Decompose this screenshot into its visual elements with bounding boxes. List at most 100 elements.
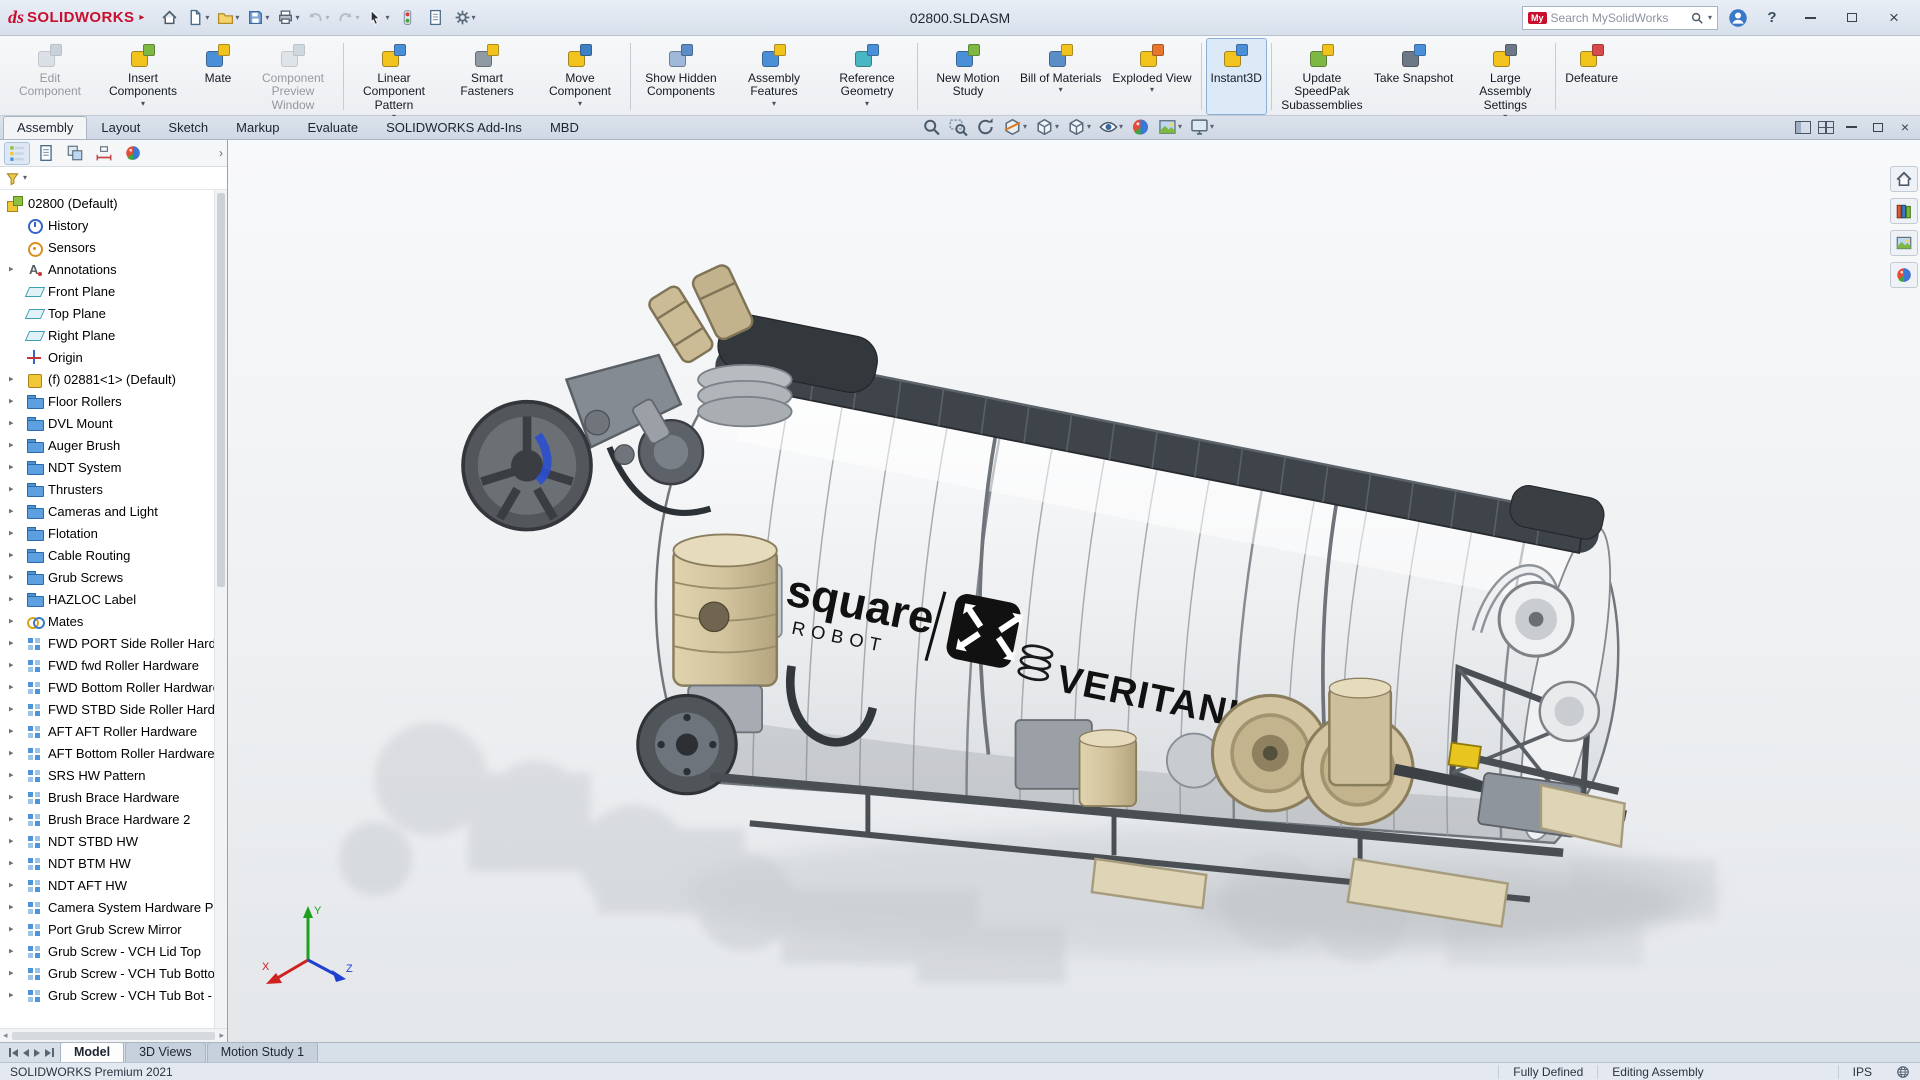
expand-arrow-icon[interactable]: ▸ (9, 704, 14, 715)
tab-layout[interactable]: Layout (87, 116, 154, 139)
tree-item-auger-brush[interactable]: ▸Auger Brush (0, 434, 214, 456)
caret-down-icon[interactable]: ▾ (865, 100, 869, 108)
tree-item-aft-aft-roller-hardware[interactable]: ▸AFT AFT Roller Hardware (0, 720, 214, 742)
caret-down-icon[interactable]: ▾ (141, 100, 145, 108)
ribbon-show-hidden-components-button[interactable]: Show Hidden Components (635, 38, 727, 115)
tree-item-ndt-stbd-hw[interactable]: ▸NDT STBD HW (0, 830, 214, 852)
expand-arrow-icon[interactable]: ▸ (9, 550, 14, 561)
tree-item-front-plane[interactable]: Front Plane (0, 280, 214, 302)
ribbon-bill-of-materials-button[interactable]: Bill of Materials▾ (1015, 38, 1106, 115)
expand-arrow-icon[interactable]: ▸ (9, 748, 14, 759)
panel-tab-propertymanager[interactable] (33, 142, 59, 165)
tree-item-grub-screw-vch-tub-bottom[interactable]: ▸Grub Screw - VCH Tub Bottom (0, 962, 214, 984)
caret-down-icon[interactable]: ▾ (772, 100, 776, 108)
select-button[interactable]: ▾ (364, 4, 392, 32)
ribbon-instant3d-button[interactable]: Instant3D (1206, 38, 1267, 115)
filter-funnel-icon[interactable] (5, 171, 20, 186)
tree-item-grub-screw-vch-tub-bot-le[interactable]: ▸Grub Screw - VCH Tub Bot - Le (0, 984, 214, 1006)
tree-item-top-plane[interactable]: Top Plane (0, 302, 214, 324)
scroll-right-icon[interactable]: ▸ (219, 1030, 224, 1041)
expand-arrow-icon[interactable]: ▸ (9, 990, 14, 1001)
tab-3d-views[interactable]: 3D Views (125, 1042, 206, 1062)
design-library-button[interactable] (1890, 198, 1918, 224)
tree-item-annotations[interactable]: ▸Annotations (0, 258, 214, 280)
caret-down-icon[interactable]: ▾ (235, 14, 239, 22)
scrollbar-thumb[interactable] (217, 193, 225, 587)
caret-down-icon[interactable]: ▾ (1119, 123, 1123, 131)
caret-down-icon[interactable]: ▾ (1178, 123, 1182, 131)
expand-arrow-icon[interactable]: ▸ (9, 880, 14, 891)
ribbon-smart-fasteners-button[interactable]: Smart Fasteners (441, 38, 533, 115)
ribbon-mate-button[interactable]: Mate (190, 38, 246, 115)
caret-down-icon[interactable]: ▾ (1055, 123, 1059, 131)
menu-expand-arrow-icon[interactable]: ▸ (139, 12, 144, 23)
caret-down-icon[interactable]: ▾ (385, 14, 389, 22)
ribbon-take-snapshot-button[interactable]: Take Snapshot (1369, 38, 1458, 115)
tab-markup[interactable]: Markup (222, 116, 293, 139)
ribbon-defeature-button[interactable]: Defeature (1560, 38, 1623, 115)
doc-minimize-button[interactable] (1841, 118, 1861, 136)
expand-arrow-icon[interactable]: ▸ (9, 440, 14, 451)
expand-arrow-icon[interactable]: ▸ (9, 924, 14, 935)
ribbon-update-speedpak-subassemblies-button[interactable]: Update SpeedPak Subassemblies (1276, 38, 1368, 115)
search-icon[interactable] (1690, 11, 1704, 25)
scroll-left-icon[interactable]: ◂ (3, 1030, 8, 1041)
view-settings-button[interactable]: ▾ (1189, 117, 1214, 137)
search-input[interactable] (1551, 11, 1686, 25)
ribbon-exploded-view-button[interactable]: Exploded View▾ (1107, 38, 1196, 115)
tree-item-ndt-btm-hw[interactable]: ▸NDT BTM HW (0, 852, 214, 874)
display-style-button[interactable]: ▾ (1066, 117, 1091, 137)
edit-appearance-button[interactable] (1130, 117, 1150, 137)
tree-item-srs-hw-pattern[interactable]: ▸SRS HW Pattern (0, 764, 214, 786)
graphics-area[interactable]: square ROBOT VERITANK (228, 140, 1920, 1042)
expand-arrow-icon[interactable]: ▸ (9, 484, 14, 495)
tree-item-brush-brace-hardware-2[interactable]: ▸Brush Brace Hardware 2 (0, 808, 214, 830)
pane-grid-icon[interactable] (1818, 121, 1834, 134)
doc-restore-button[interactable] (1868, 118, 1888, 136)
tab-solidworks-add-ins[interactable]: SOLIDWORKS Add-Ins (372, 116, 536, 139)
globe-icon[interactable] (1896, 1065, 1910, 1079)
expand-arrow-icon[interactable]: ▸ (9, 792, 14, 803)
expand-arrow-icon[interactable]: ▸ (9, 858, 14, 869)
zoom-to-area-button[interactable] (948, 117, 968, 137)
tree-item-aft-bottom-roller-hardware-h[interactable]: ▸AFT Bottom Roller Hardware H (0, 742, 214, 764)
units-status[interactable]: IPS (1838, 1065, 1886, 1079)
expand-arrow-icon[interactable]: ▸ (9, 946, 14, 957)
caret-down-icon[interactable]: ▾ (1087, 123, 1091, 131)
expand-arrow-icon[interactable]: ▸ (9, 770, 14, 781)
expand-arrow-icon[interactable]: ▸ (9, 572, 14, 583)
help-button[interactable]: ? (1758, 4, 1786, 32)
first-tab-icon[interactable] (9, 1048, 18, 1057)
tree-item-port-grub-screw-mirror[interactable]: ▸Port Grub Screw Mirror (0, 918, 214, 940)
scrollbar-thumb[interactable] (12, 1032, 216, 1040)
tree-item-flotation[interactable]: ▸Flotation (0, 522, 214, 544)
tree-item-dvl-mount[interactable]: ▸DVL Mount (0, 412, 214, 434)
close-button[interactable]: × (1876, 4, 1912, 32)
prev-tab-icon[interactable] (23, 1049, 29, 1057)
tree-item-ndt-aft-hw[interactable]: ▸NDT AFT HW (0, 874, 214, 896)
expand-arrow-icon[interactable]: ▸ (9, 616, 14, 627)
expand-arrow-icon[interactable]: ▸ (9, 814, 14, 825)
caret-down-icon[interactable]: ▾ (205, 14, 209, 22)
previous-view-button[interactable] (975, 117, 995, 137)
ribbon-large-assembly-settings-button[interactable]: Large Assembly Settings▾ (1459, 38, 1551, 115)
caret-down-icon[interactable]: ▾ (265, 14, 269, 22)
options-button[interactable]: ▾ (451, 4, 479, 32)
tree-item-hazloc-label[interactable]: ▸HAZLOC Label (0, 588, 214, 610)
expand-arrow-icon[interactable]: ▸ (9, 902, 14, 913)
tree-item-fwd-bottom-roller-hardware[interactable]: ▸FWD Bottom Roller Hardware (0, 676, 214, 698)
panel-tab-configurationmanager[interactable] (62, 142, 88, 165)
tree-item-right-plane[interactable]: Right Plane (0, 324, 214, 346)
home-button[interactable] (156, 4, 182, 32)
caret-down-icon[interactable]: ▾ (1023, 123, 1027, 131)
new-document-button[interactable]: ▾ (184, 4, 212, 32)
rebuild-button[interactable] (395, 4, 421, 32)
tree-item-origin[interactable]: Origin (0, 346, 214, 368)
panel-tab-dimxpertmanager[interactable] (91, 142, 117, 165)
doc-close-button[interactable]: × (1895, 118, 1915, 136)
tree-item-history[interactable]: History (0, 214, 214, 236)
ribbon-assembly-features-button[interactable]: Assembly Features▾ (728, 38, 820, 115)
expand-arrow-icon[interactable]: ▸ (9, 968, 14, 979)
tab-assembly[interactable]: Assembly (3, 116, 87, 139)
expand-arrow-icon[interactable]: ▸ (9, 660, 14, 671)
